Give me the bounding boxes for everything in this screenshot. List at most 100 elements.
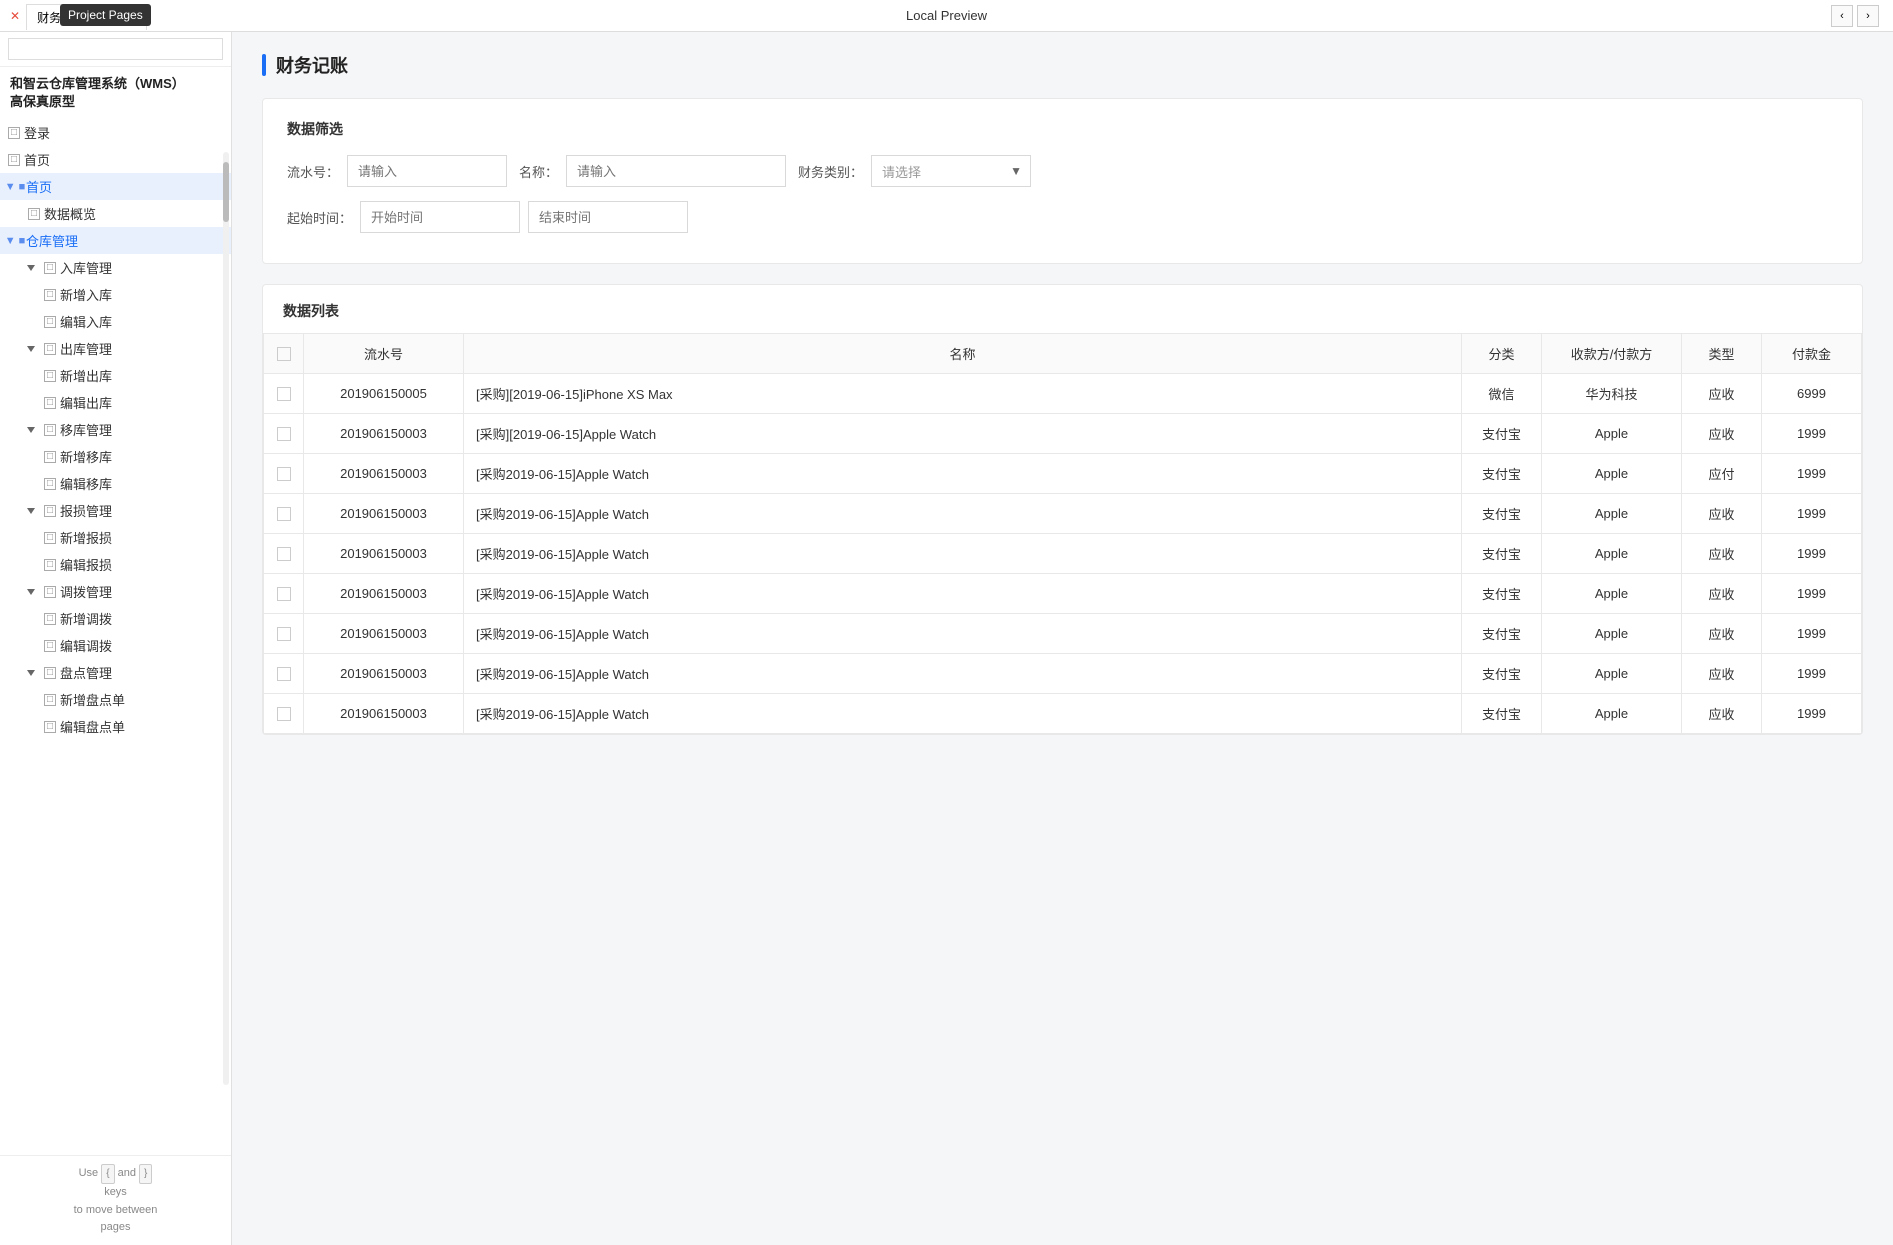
sidebar-item-add-inbound[interactable]: □ 新增入库: [0, 281, 231, 308]
table-header-row: 流水号 名称 分类 收款方/付款方 类型 付款金: [264, 334, 1862, 374]
page-icon: □: [44, 667, 56, 679]
row-checkbox-2[interactable]: [277, 467, 291, 481]
page-icon: □: [44, 613, 56, 625]
sidebar-hint: Use { and } keys to move between pages: [0, 1155, 231, 1245]
row-category-8: 支付宝: [1462, 694, 1542, 734]
sidebar-item-edit-dispatch[interactable]: □ 编辑调拨: [0, 632, 231, 659]
row-type-0: 应收: [1682, 374, 1762, 414]
row-name-1: [采购][2019-06-15]Apple Watch: [464, 414, 1462, 454]
row-amount-1: 1999: [1762, 414, 1862, 454]
category-select[interactable]: 请选择 ▼: [871, 155, 1031, 187]
start-time-input[interactable]: [360, 201, 520, 233]
row-checkbox-1[interactable]: [277, 427, 291, 441]
sidebar-item-edit-damage[interactable]: □ 编辑报损: [0, 551, 231, 578]
row-serial-2: 201906150003: [304, 454, 464, 494]
end-time-input[interactable]: [528, 201, 688, 233]
row-amount-7: 1999: [1762, 654, 1862, 694]
sidebar-item-edit-outbound[interactable]: □ 编辑出库: [0, 389, 231, 416]
row-name-5: [采购2019-06-15]Apple Watch: [464, 574, 1462, 614]
page-icon: □: [44, 505, 56, 517]
row-checkbox-3[interactable]: [277, 507, 291, 521]
row-checkbox-cell-4: [264, 534, 304, 574]
sidebar-item-warehouse[interactable]: ▼ ■ 仓库管理: [0, 227, 231, 254]
row-amount-4: 1999: [1762, 534, 1862, 574]
header-name: 名称: [464, 334, 1462, 374]
row-serial-5: 201906150003: [304, 574, 464, 614]
row-payer-3: Apple: [1542, 494, 1682, 534]
close-icon[interactable]: ✕: [10, 9, 20, 23]
row-type-7: 应收: [1682, 654, 1762, 694]
row-checkbox-4[interactable]: [277, 547, 291, 561]
sidebar-item-home-link[interactable]: □ 首页: [0, 146, 231, 173]
row-checkbox-cell-5: [264, 574, 304, 614]
nav-next-button[interactable]: ›: [1857, 5, 1879, 27]
scroll-thumb[interactable]: [223, 162, 229, 222]
sidebar-item-add-outbound[interactable]: □ 新增出库: [0, 362, 231, 389]
page-icon: □: [44, 586, 56, 598]
table-row: 201906150003 [采购2019-06-15]Apple Watch 支…: [264, 654, 1862, 694]
row-checkbox-8[interactable]: [277, 707, 291, 721]
top-bar: ✕ 财务记账 (34 of 62) Project Pages Local Pr…: [0, 0, 1893, 32]
filter-row-1: 流水号： 名称： 财务类别： 请选择 ▼: [287, 155, 1838, 187]
sidebar-item-inbound[interactable]: □ 入库管理: [0, 254, 231, 281]
sidebar-item-damage[interactable]: □ 报损管理: [0, 497, 231, 524]
sidebar-search: [0, 32, 231, 67]
row-checkbox-cell-2: [264, 454, 304, 494]
sidebar-item-add-damage[interactable]: □ 新增报损: [0, 524, 231, 551]
table-row: 201906150003 [采购2019-06-15]Apple Watch 支…: [264, 494, 1862, 534]
row-category-5: 支付宝: [1462, 574, 1542, 614]
row-payer-7: Apple: [1542, 654, 1682, 694]
sidebar-item-transfer[interactable]: □ 移库管理: [0, 416, 231, 443]
row-type-5: 应收: [1682, 574, 1762, 614]
sidebar-item-edit-inbound[interactable]: □ 编辑入库: [0, 308, 231, 335]
page-icon: □: [28, 208, 40, 220]
sidebar-item-add-dispatch[interactable]: □ 新增调拨: [0, 605, 231, 632]
category-select-text: 请选择: [872, 162, 1002, 181]
sidebar-item-edit-inventory[interactable]: □ 编辑盘点单: [0, 713, 231, 740]
page-icon: □: [8, 154, 20, 166]
sidebar-item-outbound[interactable]: □ 出库管理: [0, 335, 231, 362]
row-checkbox-0[interactable]: [277, 387, 291, 401]
sidebar-item-edit-transfer[interactable]: □ 编辑移库: [0, 470, 231, 497]
row-amount-6: 1999: [1762, 614, 1862, 654]
sidebar-item-login[interactable]: □ 登录: [0, 119, 231, 146]
row-checkbox-5[interactable]: [277, 587, 291, 601]
sidebar-item-dispatch[interactable]: □ 调拨管理: [0, 578, 231, 605]
triangle-down-icon: [24, 585, 38, 599]
sidebar-search-input[interactable]: [8, 38, 223, 60]
row-amount-3: 1999: [1762, 494, 1862, 534]
name-input[interactable]: [566, 155, 786, 187]
start-time-label: 起始时间：: [287, 208, 352, 227]
row-checkbox-cell-1: [264, 414, 304, 454]
row-payer-6: Apple: [1542, 614, 1682, 654]
serial-input[interactable]: [347, 155, 507, 187]
row-name-2: [采购2019-06-15]Apple Watch: [464, 454, 1462, 494]
sidebar-item-add-inventory[interactable]: □ 新增盘点单: [0, 686, 231, 713]
page-title-bar: 财务记账: [262, 52, 1863, 78]
row-checkbox-cell-3: [264, 494, 304, 534]
row-checkbox-cell-0: [264, 374, 304, 414]
folder-icon: ▼ ■: [8, 234, 22, 248]
page-icon: □: [44, 370, 56, 382]
row-checkbox-7[interactable]: [277, 667, 291, 681]
sidebar-item-inventory[interactable]: □ 盘点管理: [0, 659, 231, 686]
category-label: 财务类别：: [798, 162, 863, 181]
top-bar-left: ✕ 财务记账 (34 of 62) Project Pages: [10, 3, 147, 29]
row-checkbox-6[interactable]: [277, 627, 291, 641]
table-row: 201906150003 [采购2019-06-15]Apple Watch 支…: [264, 694, 1862, 734]
header-checkbox[interactable]: [277, 347, 291, 361]
row-checkbox-cell-7: [264, 654, 304, 694]
table-row: 201906150003 [采购2019-06-15]Apple Watch 支…: [264, 534, 1862, 574]
sidebar-item-data-overview[interactable]: □ 数据概览: [0, 200, 231, 227]
sidebar-item-add-transfer[interactable]: □ 新增移库: [0, 443, 231, 470]
page-icon: □: [44, 478, 56, 490]
sidebar-item-home-folder[interactable]: ▼ ■ 首页: [0, 173, 231, 200]
page-title: 财务记账: [276, 52, 348, 78]
row-category-6: 支付宝: [1462, 614, 1542, 654]
hint-key-right: }: [139, 1164, 152, 1184]
row-serial-4: 201906150003: [304, 534, 464, 574]
row-serial-3: 201906150003: [304, 494, 464, 534]
table-section-title: 数据列表: [263, 301, 1862, 333]
nav-prev-button[interactable]: ‹: [1831, 5, 1853, 27]
row-checkbox-cell-8: [264, 694, 304, 734]
